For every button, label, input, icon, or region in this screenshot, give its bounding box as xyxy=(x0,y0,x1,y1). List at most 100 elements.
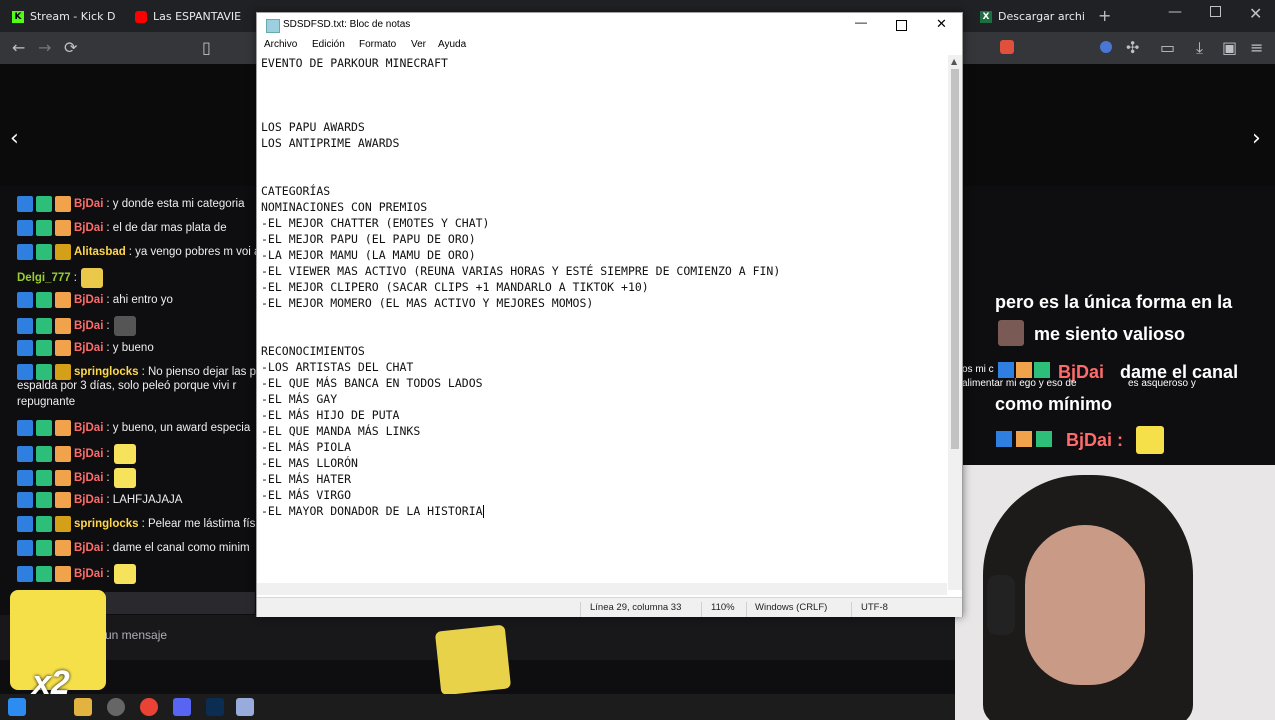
chat-username[interactable]: BjDai xyxy=(74,472,103,484)
close-icon[interactable]: ✕ xyxy=(936,16,947,32)
text-line: -EL MAYOR DONADOR DE LA HISTORIA xyxy=(261,504,484,518)
menu-icon[interactable]: ≡ xyxy=(1250,38,1263,58)
new-tab-icon[interactable]: + xyxy=(1098,6,1111,25)
mod-badge-icon xyxy=(17,566,33,582)
photoshop-icon[interactable] xyxy=(206,698,224,716)
chat-username[interactable]: Alitasbad xyxy=(74,246,126,258)
maximize-icon[interactable] xyxy=(896,20,907,31)
text-line: -EL MAS LLORÓN xyxy=(261,456,358,470)
chat-username[interactable]: BjDai xyxy=(74,542,103,554)
horizontal-scrollbar[interactable] xyxy=(257,583,947,595)
chat-username[interactable]: BjDai xyxy=(74,422,103,434)
reload-icon[interactable]: ⟳ xyxy=(64,38,77,58)
close-browser-icon[interactable]: ✕ xyxy=(1249,4,1262,23)
chat-message: BjDai: el de dar mas plata de xyxy=(17,220,227,236)
wallet-icon[interactable]: ▣ xyxy=(1222,38,1237,58)
chat-text: LAHFJAJAJA xyxy=(112,494,183,506)
chat-username[interactable]: Delgi_777 xyxy=(17,272,71,284)
windows-start-icon[interactable] xyxy=(8,698,26,716)
youtube-icon xyxy=(135,11,147,23)
bookmark-icon[interactable]: ▯ xyxy=(202,38,211,58)
brave-shield-icon[interactable] xyxy=(1000,40,1014,54)
tab-descargar[interactable]: X Descargar archi xyxy=(980,6,1085,28)
crown-badge-icon xyxy=(55,244,71,260)
sub-badge-icon xyxy=(36,196,52,212)
carousel-next-icon[interactable]: › xyxy=(1252,126,1261,151)
text-caret xyxy=(482,505,484,518)
text-line: -LA MEJOR MAMU (LA MAMU DE ORO) xyxy=(261,248,476,262)
overlay-avatar-icon xyxy=(998,320,1024,346)
restore-browser-icon[interactable] xyxy=(1210,6,1221,17)
text-line: CATEGORÍAS xyxy=(261,184,331,198)
tab-kick-stream[interactable]: K Stream - Kick D xyxy=(12,6,115,28)
chat-message: BjDai: ahi entro yo xyxy=(17,292,173,308)
chat-text: el de dar mas plata de xyxy=(112,222,227,234)
spongebob-emote-icon xyxy=(113,564,136,584)
tab-youtube[interactable]: Las ESPANTAVIE xyxy=(135,6,241,28)
menu-edicion[interactable]: Edición xyxy=(312,39,345,50)
menu-ver[interactable]: Ver xyxy=(411,39,426,50)
chat-message: BjDai: LAHFJAJAJA xyxy=(17,492,182,508)
puzzle-icon[interactable]: ✣ xyxy=(1126,38,1139,58)
back-icon[interactable]: ← xyxy=(12,38,25,58)
carousel-prev-icon[interactable]: ‹ xyxy=(10,126,19,151)
mod-badge-icon xyxy=(17,446,33,462)
menu-ayuda[interactable]: Ayuda xyxy=(438,39,466,50)
text-editor-area[interactable]: EVENTO DE PARKOUR MINECRAFT LOS PAPU AWA… xyxy=(261,55,946,590)
sub-badge-icon xyxy=(36,446,52,462)
menu-archivo[interactable]: Archivo xyxy=(264,39,297,50)
kick-icon: K xyxy=(12,11,24,23)
menu-formato[interactable]: Formato xyxy=(359,39,396,50)
webcam-feed xyxy=(955,465,1275,720)
vertical-scrollbar[interactable]: ▲ xyxy=(948,55,962,590)
mod-badge-icon xyxy=(17,196,33,212)
mod-badge-icon xyxy=(17,470,33,486)
file-explorer-icon[interactable] xyxy=(74,698,92,716)
minimize-browser-icon[interactable]: — xyxy=(1168,4,1182,20)
chat-username[interactable]: BjDai xyxy=(74,320,103,332)
notepad-menubar: Archivo Edición Formato Ver Ayuda xyxy=(257,37,962,55)
chat-username[interactable]: BjDai xyxy=(74,494,103,506)
download-icon[interactable]: ⤓ xyxy=(1196,38,1203,58)
forward-icon[interactable]: → xyxy=(38,38,51,58)
chat-username[interactable]: BjDai xyxy=(74,222,103,234)
text-line xyxy=(261,311,946,327)
excel-icon: X xyxy=(980,11,992,23)
overlay-small-text: es asqueroso y xyxy=(1128,378,1196,389)
tab-label: Descargar archi xyxy=(998,10,1085,23)
chat-username[interactable]: BjDai xyxy=(74,342,103,354)
overlay-mod-badge-icon xyxy=(998,362,1014,378)
overlay-small-text: alimentar mi ego y eso de xyxy=(962,378,1077,389)
chat-username[interactable]: BjDai xyxy=(74,448,103,460)
text-line: -EL MÁS VIRGO xyxy=(261,488,352,502)
chat-username[interactable]: springlocks xyxy=(74,366,139,378)
chat-message: BjDai: y bueno xyxy=(17,340,154,356)
text-line: -EL MEJOR MOMERO (EL MAS ACTIVO Y MEJORE… xyxy=(261,296,594,310)
minimize-icon[interactable]: — xyxy=(855,15,867,29)
scroll-up-icon[interactable]: ▲ xyxy=(951,57,957,66)
sub-badge-icon xyxy=(36,566,52,582)
avatar-badge-icon xyxy=(55,566,71,582)
text-line: NOMINACIONES CON PREMIOS xyxy=(261,200,428,214)
sub-badge-icon xyxy=(36,420,52,436)
sub-badge-icon xyxy=(36,220,52,236)
extension-icon[interactable] xyxy=(1100,41,1112,53)
chat-text: y bueno, un award especia xyxy=(112,422,251,434)
chrome-icon[interactable] xyxy=(140,698,158,716)
sub-badge-icon xyxy=(36,244,52,260)
chat-username[interactable]: BjDai xyxy=(74,294,103,306)
obs-icon[interactable] xyxy=(107,698,125,716)
text-line: -EL MEJOR CLIPERO (SACAR CLIPS +1 MANDAR… xyxy=(261,280,649,294)
sub-badge-icon xyxy=(36,318,52,334)
chat-username[interactable]: springlocks xyxy=(74,518,139,530)
sidebar-icon[interactable]: ▭ xyxy=(1160,38,1175,58)
chat-username[interactable]: BjDai xyxy=(74,198,103,210)
streamer-face xyxy=(1025,525,1145,685)
discord-icon[interactable] xyxy=(173,698,191,716)
tab-label: Las ESPANTAVIE xyxy=(153,10,242,23)
mod-badge-icon xyxy=(17,292,33,308)
chat-input[interactable]: un mensaje xyxy=(105,628,167,642)
notepad-taskbar-icon[interactable] xyxy=(236,698,254,716)
scrollbar-thumb[interactable] xyxy=(951,69,959,449)
chat-username[interactable]: BjDai xyxy=(74,568,103,580)
